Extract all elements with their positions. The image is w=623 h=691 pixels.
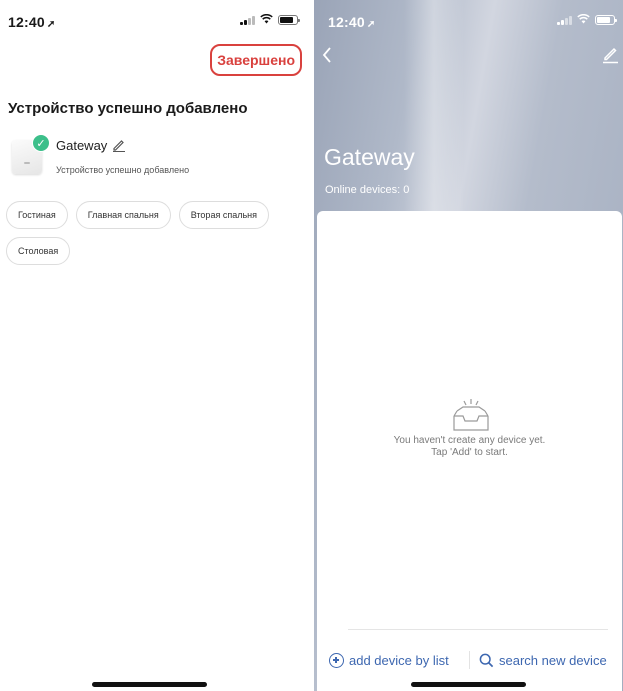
location-arrow-icon: ➚ bbox=[46, 19, 56, 30]
room-chip-second-bedroom[interactable]: Вторая спальня bbox=[178, 201, 269, 229]
divider bbox=[469, 651, 470, 669]
status-time: 12:40 bbox=[8, 14, 45, 30]
plus-circle-icon bbox=[329, 652, 344, 668]
add-device-by-list-label: add device by list bbox=[349, 652, 449, 668]
home-indicator[interactable] bbox=[92, 682, 207, 687]
gateway-screen: 12:40 ➚ Gateway Online devices: 0 You ha… bbox=[314, 0, 623, 691]
empty-state-text: You haven't create any device yet. Tap '… bbox=[317, 435, 622, 459]
add-device-bar: add device by list search new device bbox=[317, 647, 622, 673]
room-chip-living-room[interactable]: Гостиная bbox=[6, 201, 68, 229]
gateway-title: Gateway bbox=[324, 144, 415, 170]
location-arrow-icon: ➚ bbox=[366, 19, 376, 30]
wifi-icon bbox=[260, 13, 273, 26]
status-time: 12:40 bbox=[328, 14, 365, 30]
screen-divider bbox=[306, 0, 314, 691]
wifi-icon bbox=[577, 13, 590, 26]
pencil-icon[interactable] bbox=[112, 138, 126, 152]
device-name: Gateway bbox=[56, 138, 108, 153]
online-devices-count: Online devices: 0 bbox=[325, 184, 410, 196]
empty-state-line2: Tap 'Add' to start. bbox=[431, 447, 508, 458]
back-chevron-icon[interactable] bbox=[320, 44, 336, 66]
search-new-device-label: search new device bbox=[499, 652, 607, 668]
search-new-device-button[interactable]: search new device bbox=[479, 653, 607, 668]
empty-inbox-icon bbox=[453, 399, 489, 431]
status-bar: 12:40 ➚ bbox=[314, 0, 623, 36]
device-status-text: Устройство успешно добавлено bbox=[56, 165, 190, 175]
room-chip-master-bedroom[interactable]: Главная спальня bbox=[75, 201, 171, 229]
done-button[interactable]: Завершено bbox=[210, 44, 302, 76]
add-device-by-list-button[interactable]: add device by list bbox=[329, 652, 449, 668]
home-indicator[interactable] bbox=[411, 682, 526, 687]
room-chip-dining-room[interactable]: Столовая bbox=[6, 237, 71, 265]
battery-icon bbox=[278, 15, 300, 25]
room-chips: Гостиная Главная спальня Вторая спальня … bbox=[6, 201, 302, 265]
edit-icon[interactable] bbox=[601, 44, 619, 64]
device-list-panel: You haven't create any device yet. Tap '… bbox=[317, 211, 622, 691]
device-added-screen: 12:40 ➚ Завершено Устройство успешно доба… bbox=[0, 0, 306, 691]
check-icon: ✓ bbox=[32, 134, 50, 152]
signal-icon bbox=[557, 15, 572, 25]
search-icon bbox=[479, 653, 494, 667]
divider bbox=[348, 629, 608, 630]
battery-icon bbox=[595, 15, 617, 25]
empty-state-line1: You haven't create any device yet. bbox=[393, 435, 546, 446]
signal-icon bbox=[240, 15, 255, 25]
page-title: Устройство успешно добавлено bbox=[8, 100, 248, 117]
added-device-card: ✓ Gateway Устройство успешно добавлено bbox=[10, 134, 300, 184]
status-bar: 12:40 ➚ bbox=[0, 0, 306, 36]
